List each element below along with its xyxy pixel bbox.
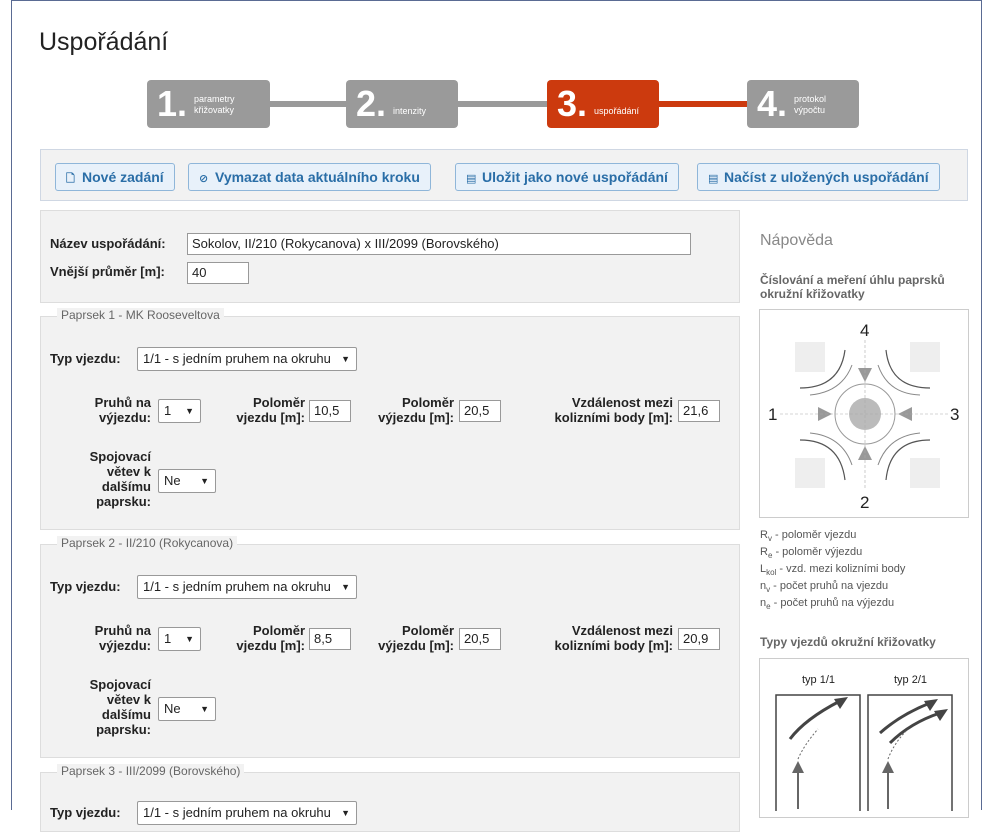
paprsek-legend: Paprsek 3 - III/2099 (Borovského) <box>57 764 245 778</box>
floppy-icon: ▤ <box>708 173 719 185</box>
legend-item: ne - počet pruhů na výjezdu <box>760 597 895 612</box>
conflict-distance-label: Vzdálenost mezi kolizními body [m]: <box>554 395 673 425</box>
chevron-down-icon: ▼ <box>200 704 209 714</box>
layout-name-label: Název uspořádání: <box>50 236 166 251</box>
layout-name-input[interactable]: Sokolov, II/210 (Rokycanova) x III/2099 … <box>187 233 691 255</box>
help-numbering-title: Číslování a meření úhlu paprsků okružní k… <box>760 273 945 301</box>
step-label: uspořádání <box>594 106 640 116</box>
lanes-label: Pruhů na výjezdu: <box>94 623 151 653</box>
step-connector <box>270 101 346 107</box>
exit-radius-label: Poloměr výjezdu [m]: <box>378 623 454 653</box>
exit-radius-input[interactable]: 20,5 <box>459 628 501 650</box>
step-number: 4. <box>757 83 788 124</box>
legend-item: Re - poloměr výjezdu <box>760 546 863 561</box>
paprsek-panel-1: Paprsek 1 - MK Rooseveltova Typ vjezdu: … <box>40 308 740 530</box>
toolbar: 🗋 Nové zadání ⊘ Vymazat data aktuálního kr… <box>40 149 968 201</box>
step-3[interactable]: 3. uspořádání <box>547 80 659 128</box>
conflict-distance-input[interactable]: 20,9 <box>678 628 720 650</box>
step-connector <box>659 101 747 107</box>
exit-radius-label: Poloměr výjezdu [m]: <box>378 395 454 425</box>
paprsek-panel-3: Paprsek 3 - III/2099 (Borovského) Typ vj… <box>40 764 740 832</box>
chevron-down-icon: ▼ <box>341 354 350 364</box>
entry-types-diagram: typ 1/1 typ 2/1 <box>759 658 969 818</box>
lanes-select[interactable]: 1 ▼ <box>158 627 201 651</box>
connecting-branch-label: Spojovací větev k dalšímu paprsku: <box>89 677 151 737</box>
entry-type-select[interactable]: 1/1 - s jedním pruhem na okruhu ▼ <box>137 575 357 599</box>
paprsek-panel-2: Paprsek 2 - II/210 (Rokycanova) Typ vjez… <box>40 536 740 758</box>
step-1[interactable]: 1. parametry křižovatky <box>147 80 270 128</box>
conflict-distance-input[interactable]: 21,6 <box>678 400 720 422</box>
type-2-1-label: typ 2/1 <box>894 674 927 686</box>
paprsek-legend: Paprsek 2 - II/210 (Rokycanova) <box>57 536 238 550</box>
select-value: Ne <box>164 701 181 716</box>
chevron-down-icon: ▼ <box>185 634 194 644</box>
chevron-down-icon: ▼ <box>341 808 350 818</box>
connecting-branch-select[interactable]: Ne ▼ <box>158 469 216 493</box>
connecting-branch-label: Spojovací větev k dalšímu paprsku: <box>89 449 151 509</box>
button-label: Vymazat data aktuálního kroku <box>215 169 420 185</box>
exit-radius-input[interactable]: 20,5 <box>459 400 501 422</box>
new-task-button[interactable]: 🗋 Nové zadání <box>55 163 175 191</box>
clear-step-button[interactable]: ⊘ Vymazat data aktuálního kroku <box>188 163 431 191</box>
branch-number-3: 3 <box>950 405 959 424</box>
page-title: Uspořádání <box>39 28 169 56</box>
paprsek-legend: Paprsek 1 - MK Rooseveltova <box>57 308 224 322</box>
select-value: 1/1 - s jedním pruhem na okruhu <box>143 351 331 366</box>
lanes-select[interactable]: 1 ▼ <box>158 399 201 423</box>
legend-item: Rv - poloměr vjezdu <box>760 529 857 544</box>
select-value: 1 <box>164 403 172 418</box>
diameter-label: Vnější průměr [m]: <box>50 264 165 279</box>
button-label: Načíst z uložených uspořádání <box>724 169 929 185</box>
roundabout-illustration: 4 1 3 2 <box>768 321 959 512</box>
entry-radius-label: Poloměr vjezdu [m]: <box>236 395 305 425</box>
entry-radius-input[interactable]: 10,5 <box>309 400 351 422</box>
lanes-label: Pruhů na výjezdu: <box>94 395 151 425</box>
layout-name-panel: Název uspořádání: Sokolov, II/210 (Rokyc… <box>40 210 740 303</box>
entry-type-select[interactable]: 1/1 - s jedním pruhem na okruhu ▼ <box>137 801 357 825</box>
entry-type-label: Typ vjezdu: <box>50 805 121 820</box>
entry-radius-input[interactable]: 8,5 <box>309 628 351 650</box>
entry-radius-label: Poloměr vjezdu [m]: <box>236 623 305 653</box>
entry-types-illustration: typ 1/1 typ 2/1 <box>775 674 953 816</box>
select-value: 1 <box>164 631 172 646</box>
entry-types-title: Typy vjezdů okružní křižovatky <box>760 635 936 649</box>
button-label: Uložit jako nové uspořádání <box>482 169 668 185</box>
document-icon: 🗋 <box>66 173 75 185</box>
select-value: Ne <box>164 473 181 488</box>
step-number: 2. <box>356 83 387 124</box>
conflict-distance-label: Vzdálenost mezi kolizními body [m]: <box>554 623 673 653</box>
select-value: 1/1 - s jedním pruhem na okruhu <box>143 805 331 820</box>
step-4[interactable]: 4. protokol výpočtu <box>747 80 859 128</box>
select-value: 1/1 - s jedním pruhem na okruhu <box>143 579 331 594</box>
entry-type-select[interactable]: 1/1 - s jedním pruhem na okruhu ▼ <box>137 347 357 371</box>
save-layout-button[interactable]: ▤ Uložit jako nové uspořádání <box>455 163 679 191</box>
help-title: Nápověda <box>760 232 833 249</box>
legend-item: Lkol - vzd. mezi kolizními body <box>760 563 906 578</box>
branch-number-4: 4 <box>860 321 869 340</box>
branch-number-2: 2 <box>860 493 869 512</box>
connecting-branch-select[interactable]: Ne ▼ <box>158 697 216 721</box>
step-2[interactable]: 2. intenzity <box>346 80 458 128</box>
step-number: 3. <box>557 83 588 124</box>
chevron-down-icon: ▼ <box>341 582 350 592</box>
diameter-input[interactable]: 40 <box>187 262 249 284</box>
step-number: 1. <box>157 83 188 124</box>
load-layout-button[interactable]: ▤ Načíst z uložených uspořádání <box>697 163 940 191</box>
chevron-down-icon: ▼ <box>185 406 194 416</box>
chevron-down-icon: ▼ <box>200 476 209 486</box>
branch-number-1: 1 <box>768 405 777 424</box>
type-1-1-label: typ 1/1 <box>802 674 835 686</box>
legend-item: nv - počet pruhů na vjezdu <box>760 580 889 595</box>
step-connector <box>458 101 547 107</box>
roundabout-diagram: 4 1 3 2 <box>759 309 969 518</box>
ban-icon: ⊘ <box>199 173 209 185</box>
step-label: intenzity <box>393 106 427 116</box>
button-label: Nové zadání <box>82 169 164 185</box>
floppy-icon: ▤ <box>466 173 477 185</box>
step-label: parametry křižovatky <box>194 94 235 115</box>
entry-type-label: Typ vjezdu: <box>50 579 121 594</box>
step-label: protokol výpočtu <box>794 94 827 115</box>
entry-type-label: Typ vjezdu: <box>50 351 121 366</box>
